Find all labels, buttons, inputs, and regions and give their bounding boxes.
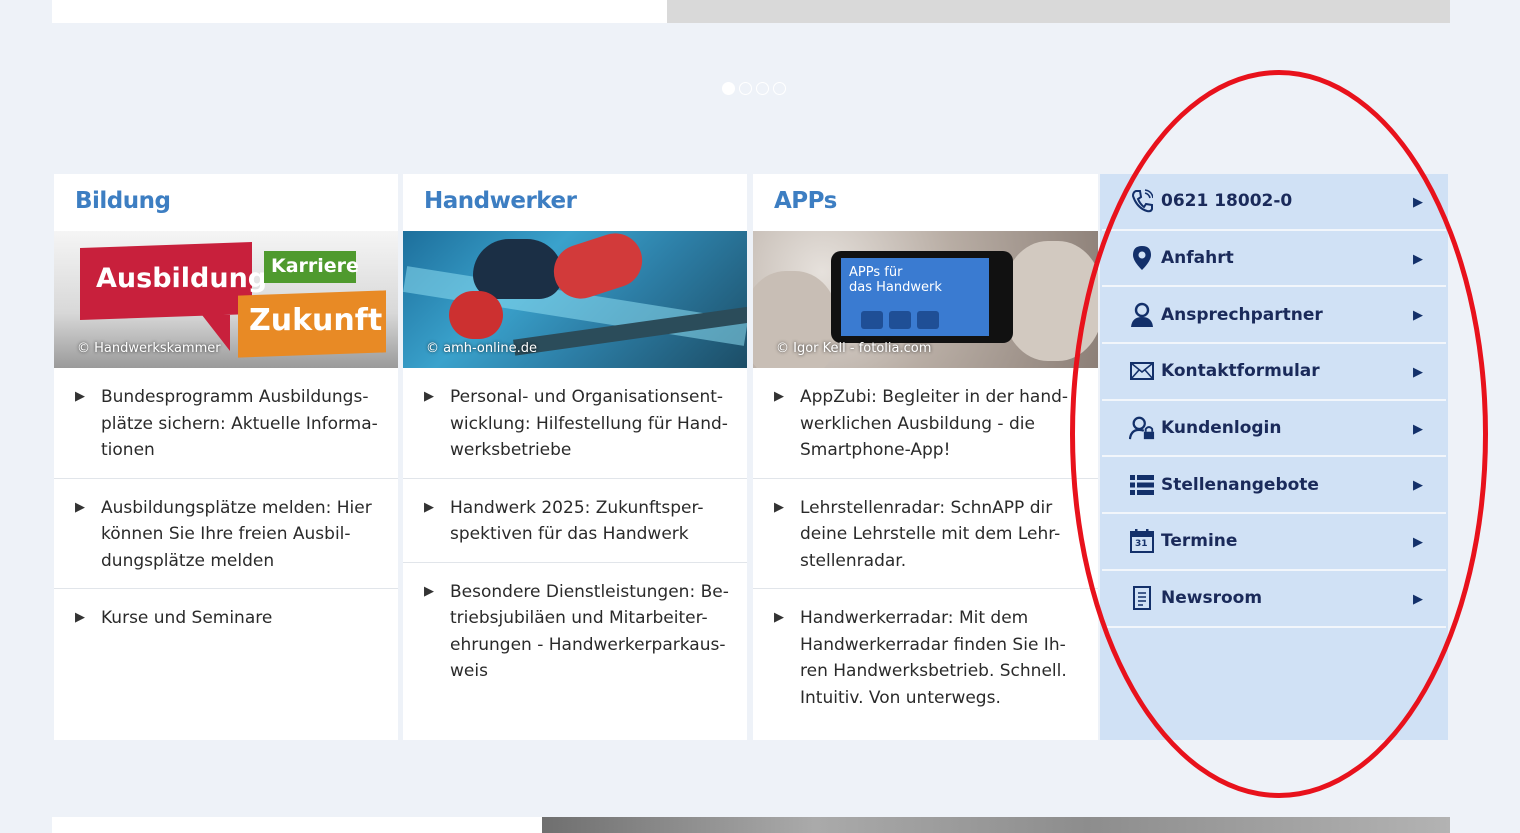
triangle-right-icon: ▶ — [75, 499, 85, 515]
sidebar-item-label: Anfahrt — [1161, 248, 1234, 269]
slider-dot-1[interactable] — [722, 82, 735, 95]
sidebar-item-label: 0621 18002-0 — [1161, 191, 1293, 212]
image-credit: © Igor Kell - fotolia.com — [776, 341, 932, 356]
image-credit: © Handwerkskammer — [77, 341, 221, 356]
list-item-text: Personal- und Organisationsent-wicklung:… — [450, 387, 728, 460]
list-item-text: AppZubi: Begleiter in der hand-werkliche… — [800, 387, 1069, 460]
sidebar-item-phone[interactable]: 0621 18002-0 ▶ — [1102, 174, 1446, 231]
document-icon — [1129, 585, 1155, 611]
arrow-right-icon: ▶ — [1413, 365, 1423, 381]
arrow-right-icon: ▶ — [1413, 421, 1423, 437]
triangle-right-icon: ▶ — [424, 499, 434, 515]
worker-head — [473, 239, 563, 299]
bottom-white-panel — [52, 817, 542, 833]
card-title[interactable]: Bildung — [54, 174, 398, 231]
card-title[interactable]: APPs — [753, 174, 1098, 231]
list-item-text: Bundesprogramm Ausbildungs-plätze sicher… — [101, 387, 378, 460]
sidebar-item-label: Stellenangebote — [1161, 474, 1319, 495]
user-lock-icon — [1129, 415, 1155, 441]
triangle-right-icon: ▶ — [75, 389, 85, 404]
tablet-screen-text: APPs für das Handwerk — [849, 265, 942, 295]
list-item[interactable]: ▶ Bundesprogramm Ausbildungs-plätze sich… — [54, 368, 398, 479]
triangle-right-icon: ▶ — [424, 583, 434, 599]
sidebar-item-ansprechpartner[interactable]: Ansprechpartner ▶ — [1102, 287, 1446, 345]
list-item[interactable]: ▶ AppZubi: Begleiter in der hand-werklic… — [753, 368, 1098, 479]
list-item-text: Handwerk 2025: Zukunftsper-spektiven für… — [450, 497, 704, 545]
sidebar-item-label: Kundenlogin — [1161, 418, 1282, 439]
bottom-image-panel — [542, 817, 1450, 833]
person-icon — [1129, 302, 1155, 328]
top-white-panel — [52, 0, 667, 23]
list-item[interactable]: ▶ Handwerk 2025: Zukunftsper-spektiven f… — [403, 479, 747, 563]
worker-glove — [449, 291, 503, 339]
list-item[interactable]: ▶ Handwerkerradar: Mit dem Handwerkerrada… — [753, 589, 1098, 725]
sidebar-item-anfahrt[interactable]: Anfahrt ▶ — [1102, 231, 1446, 288]
list-item-text: Ausbildungsplätze melden: Hier können Sie… — [101, 497, 372, 571]
arrow-right-icon: ▶ — [1413, 478, 1423, 494]
list-item[interactable]: ▶ Ausbildungsplätze melden: Hier können S… — [54, 479, 398, 589]
app-icon — [861, 311, 883, 329]
calendar-day: 31 — [1135, 539, 1148, 550]
slider-dot-2[interactable] — [739, 82, 752, 95]
calendar-icon: 31 — [1129, 528, 1155, 554]
card-image[interactable]: APPs für das Handwerk © Igor Kell - fotol… — [753, 231, 1098, 368]
image-credit: © amh-online.de — [426, 341, 537, 356]
top-image-panel — [667, 0, 1450, 23]
slider-dots — [722, 82, 786, 95]
sidebar-item-stellenangebote[interactable]: Stellenangebote ▶ — [1102, 457, 1446, 515]
list-item[interactable]: ▶ Personal- und Organisationsent-wicklun… — [403, 368, 747, 479]
slider-dot-3[interactable] — [756, 82, 769, 95]
card-handwerker: Handwerker © amh-online.de ▶ Personal- u… — [403, 174, 747, 740]
triangle-right-icon: ▶ — [774, 389, 784, 404]
list-item-text: Besondere Dienstleistungen: Be-triebsjub… — [450, 581, 729, 682]
tablet-app-icons — [861, 311, 939, 329]
image-text-karriere: Karriere — [271, 255, 359, 277]
sidebar-item-label: Termine — [1161, 531, 1238, 552]
arrow-right-icon: ▶ — [1413, 535, 1423, 551]
arrow-right-icon: ▶ — [1413, 308, 1423, 324]
list-item-text: Lehrstellenradar: SchnAPP dir deine Lehrs… — [800, 497, 1061, 571]
card-title[interactable]: Handwerker — [403, 174, 747, 231]
sidebar-item-label: Kontaktformular — [1161, 361, 1320, 382]
sidebar-item-kontaktformular[interactable]: Kontaktformular ▶ — [1102, 344, 1446, 401]
slider-dot-4[interactable] — [773, 82, 786, 95]
sidebar-item-label: Newsroom — [1161, 588, 1263, 609]
phone-icon — [1129, 188, 1155, 214]
arrow-right-icon: ▶ — [1413, 195, 1423, 210]
hand-right — [1003, 241, 1098, 361]
list-item[interactable]: ▶ Lehrstellenradar: SchnAPP dir deine Leh… — [753, 479, 1098, 589]
list-icon — [1129, 472, 1155, 498]
arrow-right-icon: ▶ — [1413, 251, 1423, 267]
arrow-right-icon: ▶ — [1413, 591, 1423, 607]
card-apps: APPs APPs für das Handwerk © Igor Kell - … — [753, 174, 1098, 740]
location-pin-icon — [1129, 245, 1155, 271]
triangle-right-icon: ▶ — [774, 610, 784, 625]
app-icon — [917, 311, 939, 329]
list-item[interactable]: ▶ Besondere Dienstleistungen: Be-triebsj… — [403, 563, 747, 699]
sidebar-item-newsroom[interactable]: Newsroom ▶ — [1102, 571, 1446, 628]
triangle-right-icon: ▶ — [424, 389, 434, 404]
list-item-text: Handwerkerradar: Mit dem Handwerkerradar … — [800, 608, 1067, 708]
sidebar-item-label: Ansprechpartner — [1161, 304, 1323, 325]
card-image[interactable]: Ausbildung Karriere Zukunft © Handwerksk… — [54, 231, 398, 368]
envelope-icon — [1129, 358, 1155, 384]
contact-sidebar: 0621 18002-0 ▶ Anfahrt ▶ Ansprechpartner… — [1100, 174, 1448, 740]
app-icon — [889, 311, 911, 329]
image-text-ausbildung: Ausbildung — [96, 263, 268, 294]
list-item[interactable]: ▶ Kurse und Seminare — [54, 589, 398, 646]
card-bildung: Bildung Ausbildung Karriere Zukunft © Ha… — [54, 174, 398, 740]
sidebar-item-kundenlogin[interactable]: Kundenlogin ▶ — [1102, 401, 1446, 458]
sidebar-item-termine[interactable]: 31 Termine ▶ — [1102, 514, 1446, 571]
triangle-right-icon: ▶ — [774, 499, 784, 515]
list-item-text: Kurse und Seminare — [101, 608, 273, 628]
image-text-zukunft: Zukunft — [249, 303, 383, 338]
card-image[interactable]: © amh-online.de — [403, 231, 747, 368]
triangle-right-icon: ▶ — [75, 610, 85, 625]
